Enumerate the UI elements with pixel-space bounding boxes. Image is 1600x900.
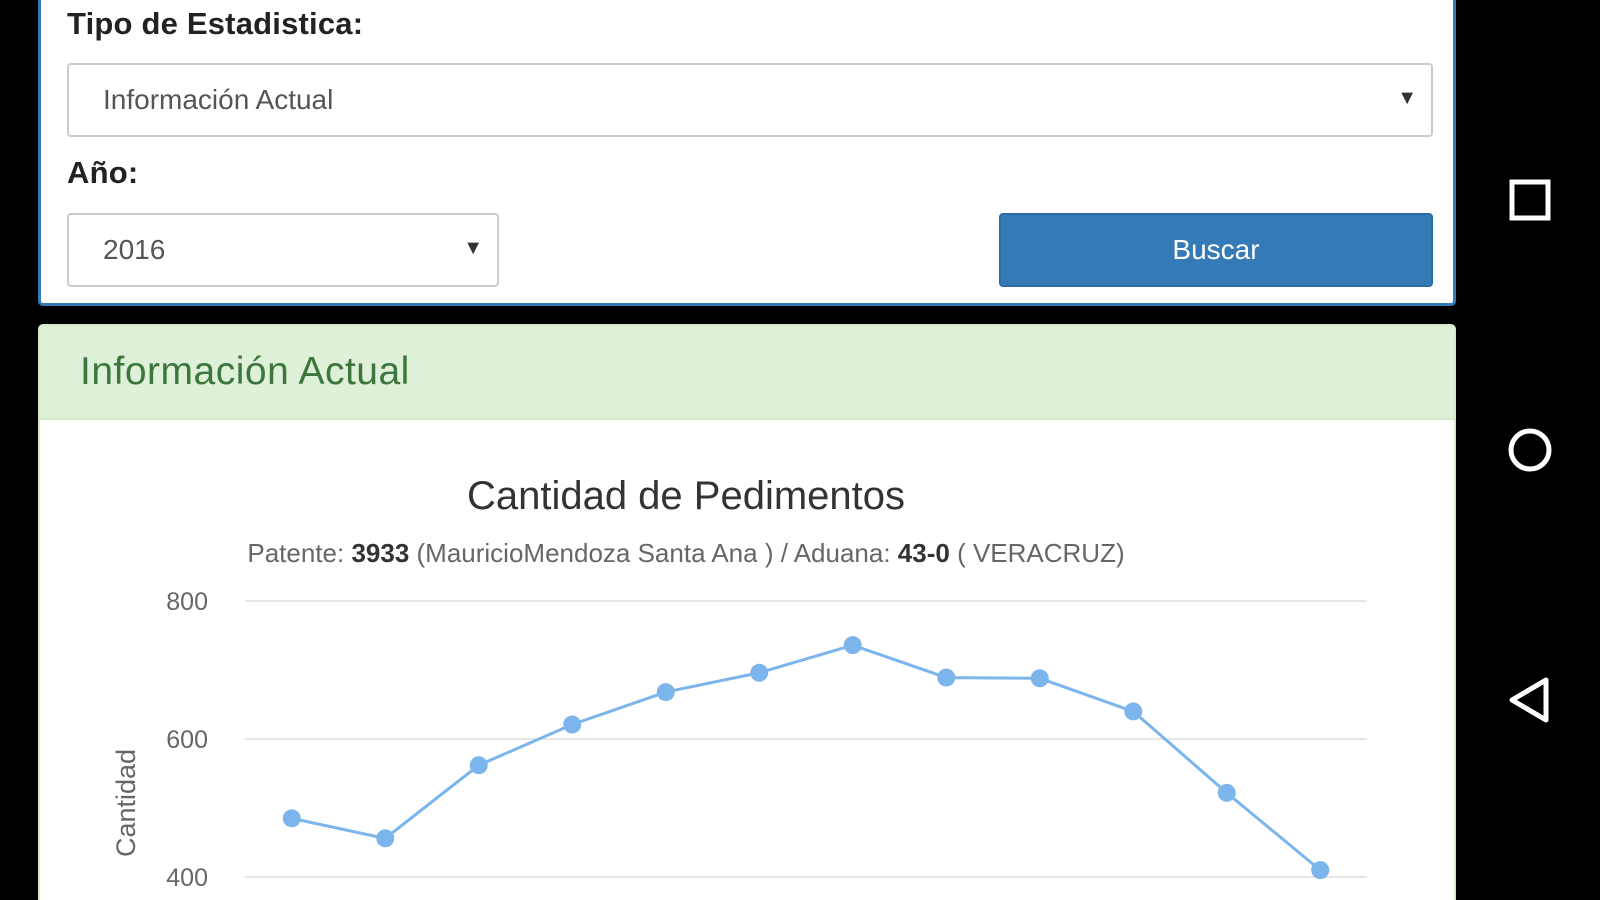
data-point[interactable] <box>563 715 582 734</box>
chart-series <box>282 636 1330 880</box>
data-point[interactable] <box>937 668 956 687</box>
chart-title: Cantidad de Pedimentos <box>467 474 905 518</box>
chevron-down-icon: ▼ <box>1397 87 1417 109</box>
y-axis-ticks: 800 600 400 <box>166 588 208 892</box>
chart-gridlines <box>245 600 1367 878</box>
y-tick-label: 800 <box>166 588 208 616</box>
chart-subtitle: Patente: 3933 (MauricioMendoza Santa Ana… <box>247 538 1124 568</box>
recents-button[interactable] <box>1490 160 1570 240</box>
data-point[interactable] <box>1030 669 1049 688</box>
tipo-estadistica-label: Tipo de Estadistica: <box>67 6 364 41</box>
data-point[interactable] <box>1124 702 1143 721</box>
data-point[interactable] <box>376 829 395 848</box>
data-point[interactable] <box>656 683 675 702</box>
y-tick-label: 600 <box>166 726 208 754</box>
filter-panel: Tipo de Estadistica: Información Actual … <box>38 0 1456 306</box>
chevron-down-icon: ▼ <box>463 237 483 259</box>
info-panel: Información Actual Cantidad de Pedimento… <box>38 324 1456 900</box>
tipo-estadistica-select[interactable]: Información Actual ▼ <box>67 63 1433 137</box>
chart-subtitle-patente-name: (MauricioMendoza Santa Ana ) / Aduana: <box>409 538 898 568</box>
chart-subtitle-patente-value: 3933 <box>351 538 409 568</box>
series-line <box>291 643 1322 872</box>
pedimentos-chart: Cantidad de Pedimentos Patente: 3933 (Ma… <box>111 474 1367 892</box>
chart-subtitle-aduana-name: ( VERACRUZ) <box>950 538 1125 568</box>
chart-subtitle-patente-label: Patente: <box>247 538 351 568</box>
back-button[interactable] <box>1490 660 1570 740</box>
square-icon <box>1509 179 1551 221</box>
data-point[interactable] <box>843 636 862 655</box>
anio-label: Año: <box>67 155 139 190</box>
data-point[interactable] <box>469 756 488 775</box>
data-point[interactable] <box>1217 783 1236 802</box>
chart-subtitle-aduana-value: 43-0 <box>898 538 950 568</box>
data-point[interactable] <box>282 809 301 828</box>
circle-icon <box>1508 428 1552 472</box>
anio-value: 2016 <box>103 234 166 265</box>
anio-select[interactable]: 2016 ▼ <box>67 213 499 287</box>
y-axis-title: Cantidad <box>111 749 141 857</box>
y-tick-label: 400 <box>166 864 208 892</box>
tipo-estadistica-value: Información Actual <box>103 84 334 115</box>
buscar-button[interactable]: Buscar <box>999 213 1433 287</box>
screen: Tipo de Estadistica: Información Actual … <box>0 0 1600 900</box>
android-nav-bar <box>1460 0 1600 900</box>
home-button[interactable] <box>1490 410 1570 490</box>
data-point[interactable] <box>750 663 769 682</box>
data-point[interactable] <box>1311 861 1330 880</box>
triangle-back-icon <box>1509 677 1549 723</box>
